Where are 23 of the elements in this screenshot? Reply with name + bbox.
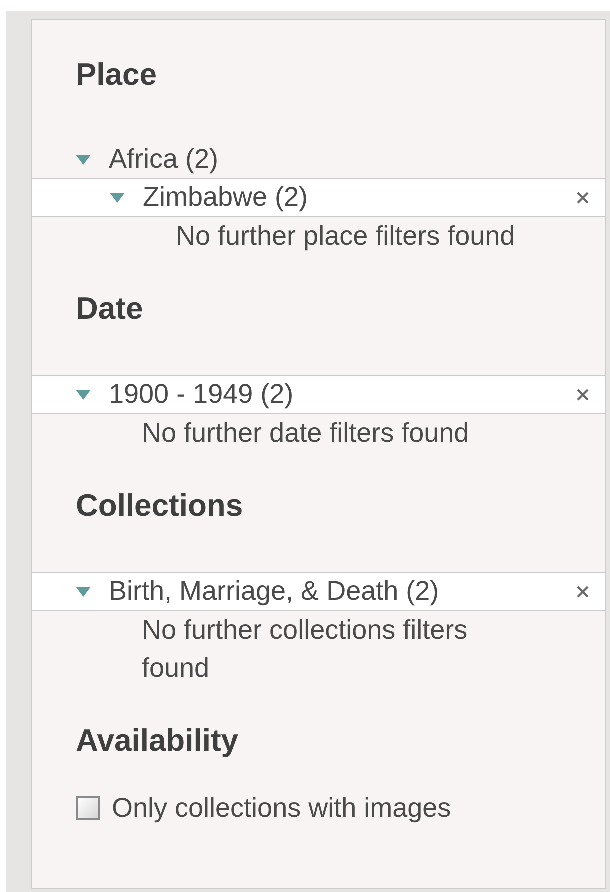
caret-down-icon[interactable] xyxy=(110,192,125,202)
checkbox[interactable] xyxy=(76,796,100,820)
empty-message: No further date filters found xyxy=(141,417,470,450)
filter-link[interactable]: Zimbabwe (2) xyxy=(143,177,308,218)
empty-message: No further place filters found xyxy=(175,220,516,253)
selected-filter-row[interactable]: 1900 - 1949 (2) xyxy=(32,375,605,414)
selected-filter-row[interactable]: Birth, Marriage, & Death (2) xyxy=(32,572,605,611)
section-heading: Availability xyxy=(75,723,240,759)
checkbox-label: Only collections with images xyxy=(112,792,452,825)
close-icon[interactable] xyxy=(577,586,589,598)
caret-down-icon[interactable] xyxy=(76,586,91,596)
close-icon[interactable] xyxy=(577,388,589,400)
section-heading: Date xyxy=(75,291,144,327)
section-heading: Collections xyxy=(75,488,244,524)
close-icon[interactable] xyxy=(577,192,589,204)
filter-link[interactable]: 1900 - 1949 (2) xyxy=(109,374,294,415)
section-heading: Place xyxy=(75,57,158,93)
caret-down-icon[interactable] xyxy=(76,390,91,400)
empty-message: No further collections filters found xyxy=(141,614,469,685)
selected-filter-row[interactable]: Zimbabwe (2) xyxy=(32,178,605,217)
filter-link[interactable]: Birth, Marriage, & Death (2) xyxy=(109,571,440,612)
filter-link[interactable]: Africa (2) xyxy=(109,139,219,180)
caret-down-icon[interactable] xyxy=(76,154,91,164)
